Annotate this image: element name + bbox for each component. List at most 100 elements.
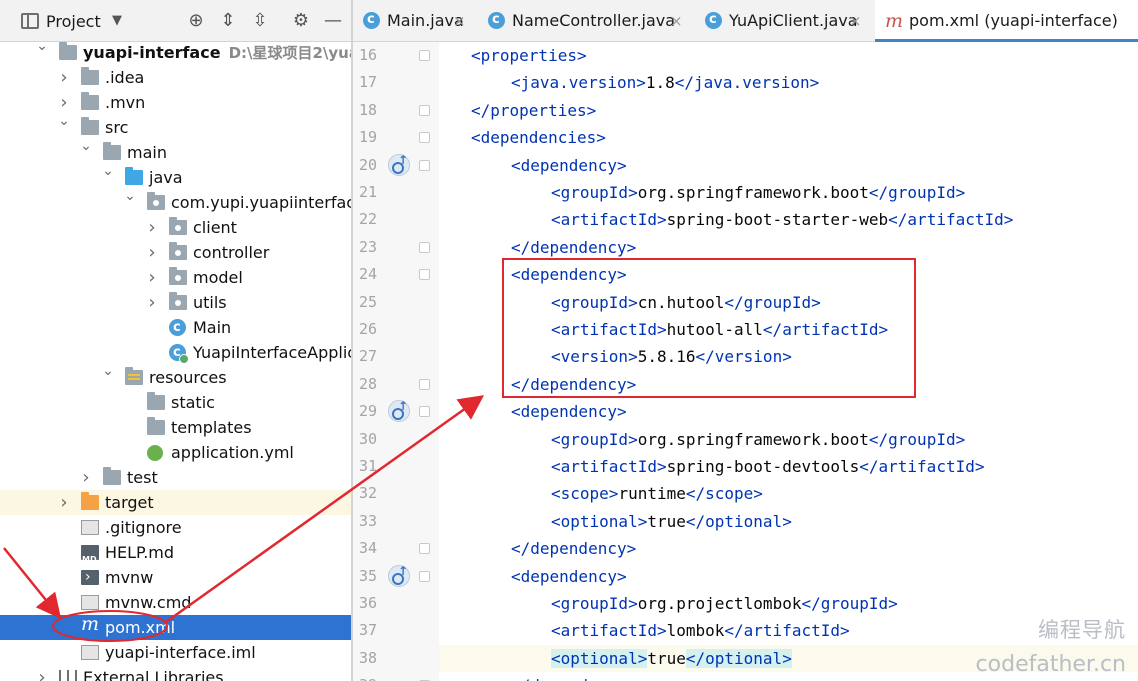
tree-item[interactable]: › client [0,215,351,240]
tree-item[interactable]: › test [0,465,351,490]
chevron-down-icon[interactable]: ▼ [112,13,122,28]
tree-item[interactable]: ⌄ main [0,138,351,165]
fold-marker-icon[interactable] [419,378,430,390]
watermark-line-1: 编程导航 [1038,618,1126,642]
fold-marker-icon[interactable] [419,50,430,61]
chevron-right-icon[interactable]: › [145,215,159,240]
line-number: 25 [358,292,377,311]
tree-item[interactable]: application.yml [0,440,351,465]
folder-icon [103,467,121,485]
line-number: 38 [358,648,377,667]
overrides-parent-icon[interactable] [388,153,410,176]
code-line[interactable]: <artifactId>spring-boot-devtools</artifa… [439,453,1138,480]
tree-item[interactable]: ⌄yuapi-interfaceD:\星球项目2\yuapi-inte [0,38,351,65]
code-line[interactable]: <groupId>org.projectlombok</groupId> [439,590,1138,617]
fold-marker-icon[interactable] [419,406,430,418]
project-view-title[interactable]: Project [46,12,101,31]
expand-all-icon[interactable]: ⇕ [217,9,239,33]
tree-item[interactable]: ⌄ src [0,113,351,140]
chevron-down-icon[interactable]: ⌄ [79,134,93,159]
tree-item-label: HELP.md [105,543,175,562]
editor-tab[interactable]: pom.xml (yuapi-interface) [875,0,1138,42]
tree-item[interactable]: static [0,390,351,415]
tree-item[interactable]: › target [0,490,351,515]
class-icon [363,0,380,41]
module-path: D:\星球项目2\yuapi-inte [228,44,351,62]
code-line[interactable]: <java.version>1.8</java.version> [439,69,1138,96]
code-line[interactable]: <optional>true</optional> [439,508,1138,535]
fold-marker-icon[interactable] [419,570,430,582]
tree-item[interactable]: Main [0,315,351,340]
line-number: 39 [353,672,377,681]
chevron-down-icon[interactable]: ⌄ [123,184,137,209]
tree-item[interactable]: mvnw [0,565,351,590]
code-line[interactable]: <dependencies> [439,124,1138,151]
package-icon [169,267,187,285]
tree-item[interactable]: › controller [0,240,351,265]
overrides-parent-icon[interactable] [388,564,410,587]
tree-item[interactable]: yuapi-interface.iml [0,640,351,665]
chevron-down-icon[interactable]: ⌄ [57,109,71,134]
overrides-parent-icon[interactable] [388,399,410,423]
close-icon[interactable]: × [453,0,466,42]
annotation-highlight-box [502,258,916,398]
fold-marker-icon[interactable] [419,159,430,171]
code-line[interactable]: <properties> [439,42,1138,69]
gear-icon[interactable]: ⚙ [290,9,312,33]
chevron-right-icon[interactable]: › [35,665,49,681]
fold-marker-icon[interactable] [419,132,430,144]
fold-marker-icon[interactable] [419,269,430,281]
editor-tab[interactable]: Main.java× [353,0,471,42]
tree-item[interactable]: templates [0,415,351,440]
tree-item[interactable]: mvnw.cmd [0,590,351,615]
fold-marker-icon[interactable] [419,104,430,116]
tree-item[interactable]: › model [0,265,351,290]
tree-item[interactable]: pom.xml [0,612,351,640]
tree-item[interactable]: YuapiInterfaceApplicatio [0,340,351,365]
tree-item-label: client [193,218,237,237]
chevron-down-icon[interactable]: ⌄ [35,34,49,59]
tree-item[interactable]: › .mvn [0,90,351,115]
code-line[interactable]: </properties> [439,97,1138,124]
editor-tab[interactable]: YuApiClient.java× [695,0,867,42]
xml-text: runtime [618,484,686,504]
chevron-right-icon[interactable]: › [145,240,159,265]
code-line[interactable]: <groupId>org.springframework.boot</group… [439,426,1138,453]
code-line[interactable]: <dependency> [439,152,1138,179]
editor-tab[interactable]: NameController.java× [478,0,688,42]
tree-item[interactable]: › .idea [0,65,351,90]
line-number: 31 [358,457,377,475]
code-line[interactable]: <artifactId>spring-boot-starter-web</art… [439,206,1138,233]
fold-marker-icon[interactable] [419,543,430,555]
code-line[interactable]: <scope>runtime</scope> [439,480,1138,507]
tree-item[interactable]: .gitignore [0,515,351,540]
xml-close-tag: </groupId> [868,429,966,449]
code-line[interactable]: <dependency> [439,563,1138,590]
tree-item[interactable]: › External Libraries [0,665,351,681]
chevron-right-icon[interactable]: › [57,65,71,90]
hide-icon[interactable]: — [322,9,344,33]
code-line[interactable]: </dependency> [439,535,1138,562]
chevron-down-icon[interactable]: ⌄ [101,359,115,384]
close-icon[interactable]: × [670,0,683,42]
collapse-all-icon[interactable]: ⇳ [249,9,271,33]
chevron-right-icon[interactable]: › [145,265,159,290]
tree-item[interactable]: ⌄ java [0,163,351,190]
chevron-down-icon[interactable]: ⌄ [101,159,115,184]
locate-icon[interactable]: ⊕ [185,9,207,33]
code-line[interactable]: <groupId>org.springframework.boot</group… [439,179,1138,206]
code-line[interactable]: <dependency> [439,398,1138,425]
tree-item-label: resources [149,368,227,387]
tree-item[interactable]: ⌄ resources [0,363,351,390]
chevron-right-icon[interactable]: › [57,490,71,515]
tree-item[interactable]: HELP.md [0,540,351,572]
fold-marker-icon[interactable] [419,241,430,253]
tree-item[interactable]: › utils [0,290,351,315]
code-line[interactable]: </dependency> [439,234,1138,261]
chevron-right-icon[interactable]: › [145,290,159,315]
editor-tab-label: pom.xml (yuapi-interface) [909,11,1118,30]
close-icon[interactable]: × [849,0,862,42]
tree-item[interactable]: ⌄ com.yupi.yuapiinterface [0,188,351,215]
chevron-right-icon[interactable]: › [79,465,93,490]
tree-item-label: External Libraries [83,668,224,681]
